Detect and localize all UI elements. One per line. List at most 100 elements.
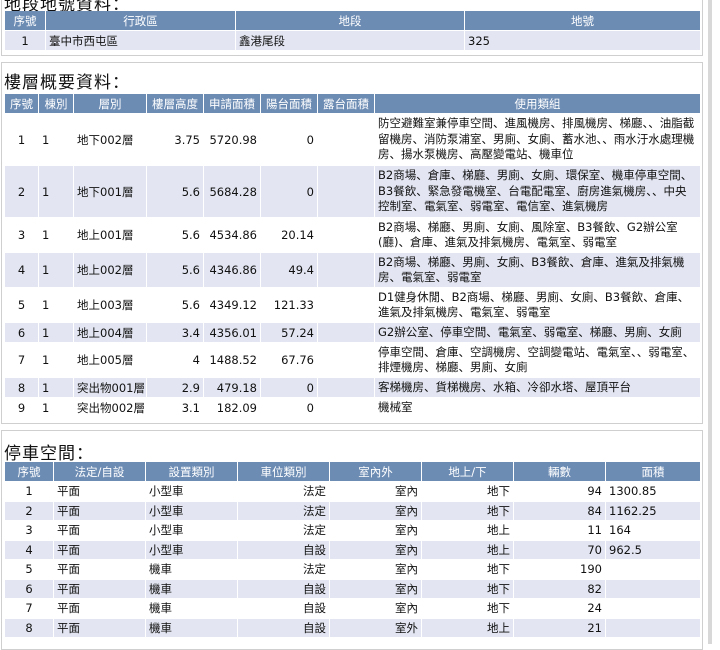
parking-count: 94 bbox=[514, 482, 605, 501]
floor-height: 5.6 bbox=[147, 253, 203, 287]
table-row: 1 平面 小型車 法定 室內 地下 94 1300.85 bbox=[5, 482, 700, 501]
parking-level: 地下 bbox=[422, 560, 513, 579]
floors-table: 序號 棟別 層別 樓層高度 申請面積 陽台面積 露台面積 使用類組 1 1 地下… bbox=[4, 93, 701, 418]
floor-area: 4349.12 bbox=[204, 288, 260, 322]
parking-header-legal: 法定/自設 bbox=[54, 462, 145, 481]
parking-seq: 8 bbox=[5, 618, 53, 637]
page-side-rail bbox=[708, 0, 712, 644]
land-lot: 325 bbox=[465, 31, 700, 50]
parking-legal: 平面 bbox=[54, 560, 145, 579]
floors-header-balcony: 陽台面積 bbox=[261, 94, 317, 113]
parking-indoor: 室內 bbox=[330, 540, 421, 559]
floor-balcony: 0 bbox=[261, 166, 317, 217]
parking-area bbox=[606, 599, 700, 618]
floor-terrace bbox=[318, 288, 374, 322]
parking-category: 自設 bbox=[238, 540, 329, 559]
floor-level: 突出物001層 bbox=[74, 378, 146, 397]
parking-type: 小型車 bbox=[146, 540, 237, 559]
parking-category: 自設 bbox=[238, 579, 329, 598]
floor-area: 5684.28 bbox=[204, 166, 260, 217]
floor-balcony: 57.24 bbox=[261, 323, 317, 342]
floors-header-row: 序號 棟別 層別 樓層高度 申請面積 陽台面積 露台面積 使用類組 bbox=[5, 94, 700, 113]
land-header-lot: 地號 bbox=[465, 11, 700, 30]
floors-header-floor: 層別 bbox=[74, 94, 146, 113]
parking-area bbox=[606, 560, 700, 579]
floor-bldg: 1 bbox=[39, 218, 73, 252]
parking-seq: 4 bbox=[5, 540, 53, 559]
parking-type: 小型車 bbox=[146, 482, 237, 501]
land-table: 序號 行政區 地段 地號 1 臺中市西屯區 鑫港尾段 325 bbox=[4, 10, 701, 51]
floor-height: 3.4 bbox=[147, 323, 203, 342]
parking-count: 82 bbox=[514, 579, 605, 598]
floors-header-seq: 序號 bbox=[5, 94, 38, 113]
land-header-seq: 序號 bbox=[5, 11, 45, 30]
land-district: 臺中市西屯區 bbox=[46, 31, 235, 50]
parking-type: 小型車 bbox=[146, 501, 237, 520]
floor-terrace bbox=[318, 323, 374, 342]
table-row: 3 平面 小型車 法定 室內 地上 11 164 bbox=[5, 521, 700, 540]
floor-balcony: 49.4 bbox=[261, 253, 317, 287]
parking-count: 84 bbox=[514, 501, 605, 520]
floor-seq: 7 bbox=[5, 343, 38, 377]
floor-seq: 3 bbox=[5, 218, 38, 252]
parking-area: 962.5 bbox=[606, 540, 700, 559]
floor-terrace bbox=[318, 166, 374, 217]
floor-level: 地上001層 bbox=[74, 218, 146, 252]
floor-bldg: 1 bbox=[39, 378, 73, 397]
parking-count: 21 bbox=[514, 618, 605, 637]
parking-legal: 平面 bbox=[54, 501, 145, 520]
floor-area: 479.18 bbox=[204, 378, 260, 397]
parking-level: 地上 bbox=[422, 521, 513, 540]
parking-header-indoor: 室內外 bbox=[330, 462, 421, 481]
floor-seq: 6 bbox=[5, 323, 38, 342]
parking-seq: 6 bbox=[5, 579, 53, 598]
building-info-page: 地段地號資料： 序號 行政區 地段 地號 1 臺中市西屯區 鑫港尾段 325 樓… bbox=[0, 0, 720, 650]
table-row: 9 1 突出物002層 3.1 182.09 0 機械室 bbox=[5, 398, 700, 417]
land-section: 鑫港尾段 bbox=[236, 31, 464, 50]
parking-header-row: 序號 法定/自設 設置類別 車位類別 室內外 地上/下 輛數 面積 bbox=[5, 462, 700, 481]
floor-area: 4356.01 bbox=[204, 323, 260, 342]
parking-indoor: 室內 bbox=[330, 599, 421, 618]
floor-area: 182.09 bbox=[204, 398, 260, 417]
floor-use: 停車空間、倉庫、空調機房、空調變電站、電氣室、、弱電室、排煙機房、梯廳、男廁、女… bbox=[375, 343, 700, 377]
floor-height: 3.1 bbox=[147, 398, 203, 417]
floor-height: 5.6 bbox=[147, 166, 203, 217]
parking-legal: 平面 bbox=[54, 521, 145, 540]
parking-type: 機車 bbox=[146, 579, 237, 598]
table-row: 5 1 地上003層 5.6 4349.12 121.33 D1健身休閒、B2商… bbox=[5, 288, 700, 322]
table-row: 4 1 地上002層 5.6 4346.86 49.4 B2商場、梯廳、男廁、女… bbox=[5, 253, 700, 287]
land-seq: 1 bbox=[5, 31, 45, 50]
parking-type: 小型車 bbox=[146, 521, 237, 540]
table-row: 7 1 地上005層 4 1488.52 67.76 停車空間、倉庫、空調機房、… bbox=[5, 343, 700, 377]
parking-legal: 平面 bbox=[54, 540, 145, 559]
floor-balcony: 121.33 bbox=[261, 288, 317, 322]
floor-seq: 5 bbox=[5, 288, 38, 322]
parking-count: 24 bbox=[514, 599, 605, 618]
parking-category: 自設 bbox=[238, 618, 329, 637]
floors-header-area: 申請面積 bbox=[204, 94, 260, 113]
parking-area: 164 bbox=[606, 521, 700, 540]
floor-area: 4346.86 bbox=[204, 253, 260, 287]
floor-level: 地上004層 bbox=[74, 323, 146, 342]
floors-section-title: 樓層概要資料： bbox=[4, 73, 130, 93]
parking-indoor: 室內 bbox=[330, 521, 421, 540]
parking-count: 11 bbox=[514, 521, 605, 540]
parking-area: 1300.85 bbox=[606, 482, 700, 501]
floor-level: 地下001層 bbox=[74, 166, 146, 217]
parking-category: 法定 bbox=[238, 560, 329, 579]
table-row: 7 平面 機車 自設 室內 地下 24 bbox=[5, 599, 700, 618]
table-row: 2 平面 小型車 法定 室內 地下 84 1162.25 bbox=[5, 501, 700, 520]
table-row: 2 1 地下001層 5.6 5684.28 0 B2商場、倉庫、梯廳、男廁、女… bbox=[5, 166, 700, 217]
floor-use: 機械室 bbox=[375, 398, 700, 417]
floor-area: 5720.98 bbox=[204, 114, 260, 165]
floor-balcony: 0 bbox=[261, 398, 317, 417]
parking-seq: 5 bbox=[5, 560, 53, 579]
floor-use: B2商場、倉庫、梯廳、男廁、女廁、環保室、機車停車空間、B3餐飲、緊急發電機室、… bbox=[375, 166, 700, 217]
floor-terrace bbox=[318, 398, 374, 417]
parking-legal: 平面 bbox=[54, 579, 145, 598]
floor-seq: 4 bbox=[5, 253, 38, 287]
floor-level: 地上003層 bbox=[74, 288, 146, 322]
floor-terrace bbox=[318, 253, 374, 287]
floor-seq: 9 bbox=[5, 398, 38, 417]
parking-area: 1162.25 bbox=[606, 501, 700, 520]
